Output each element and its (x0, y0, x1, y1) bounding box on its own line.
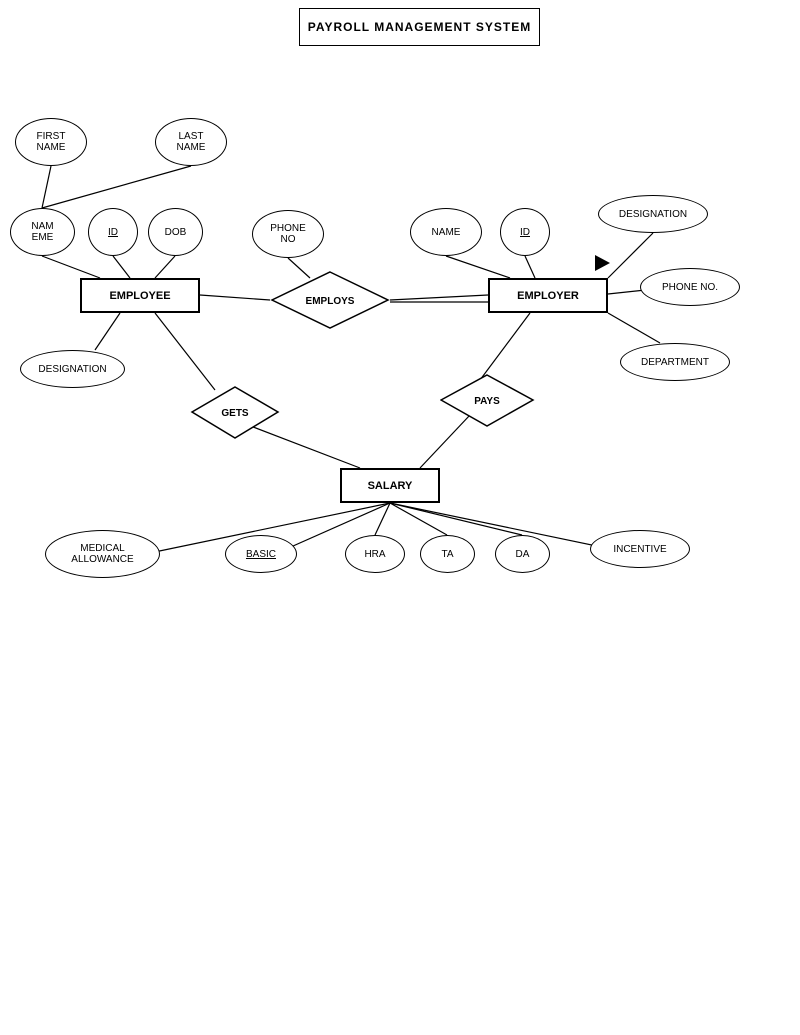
entity-employee: EMPLOYEE (80, 278, 200, 313)
attr-first-name: FIRST NAME (15, 118, 87, 166)
attr-basic: BASIC (225, 535, 297, 573)
relationship-gets: GETS (190, 385, 280, 440)
diagram-title: PAYROLL MANAGEMENT SYSTEM (299, 8, 540, 46)
attr-id-emp: ID (88, 208, 138, 256)
attr-name-emp: NAM EME (10, 208, 75, 256)
svg-text:EMPLOYS: EMPLOYS (306, 296, 355, 307)
attr-designation-er: DESIGNATION (598, 195, 708, 233)
er-diagram: PAYROLL MANAGEMENT SYSTEM EMPLOYEE EMPLO… (0, 0, 800, 1035)
attr-designation-emp: DESIGNATION (20, 350, 125, 388)
attr-last-name: LAST NAME (155, 118, 227, 166)
relationship-employs: EMPLOYS (270, 270, 390, 330)
entity-salary: SALARY (340, 468, 440, 503)
svg-text:PAYS: PAYS (474, 396, 500, 407)
attr-department: DEPARTMENT (620, 343, 730, 381)
attr-phone-no-emp: PHONE NO (252, 210, 324, 258)
entity-employer: EMPLOYER (488, 278, 608, 313)
attr-name-er: NAME (410, 208, 482, 256)
attr-da: DA (495, 535, 550, 573)
attr-ta: TA (420, 535, 475, 573)
attr-incentive: INCENTIVE (590, 530, 690, 568)
svg-text:GETS: GETS (221, 408, 249, 419)
relationship-pays: PAYS (440, 373, 535, 428)
attr-hra: HRA (345, 535, 405, 573)
attr-id-er: ID (500, 208, 550, 256)
attr-phone-no-er: PHONE NO. (640, 268, 740, 306)
attr-medical-allowance: MEDICAL ALLOWANCE (45, 530, 160, 578)
attr-dob: DOB (148, 208, 203, 256)
